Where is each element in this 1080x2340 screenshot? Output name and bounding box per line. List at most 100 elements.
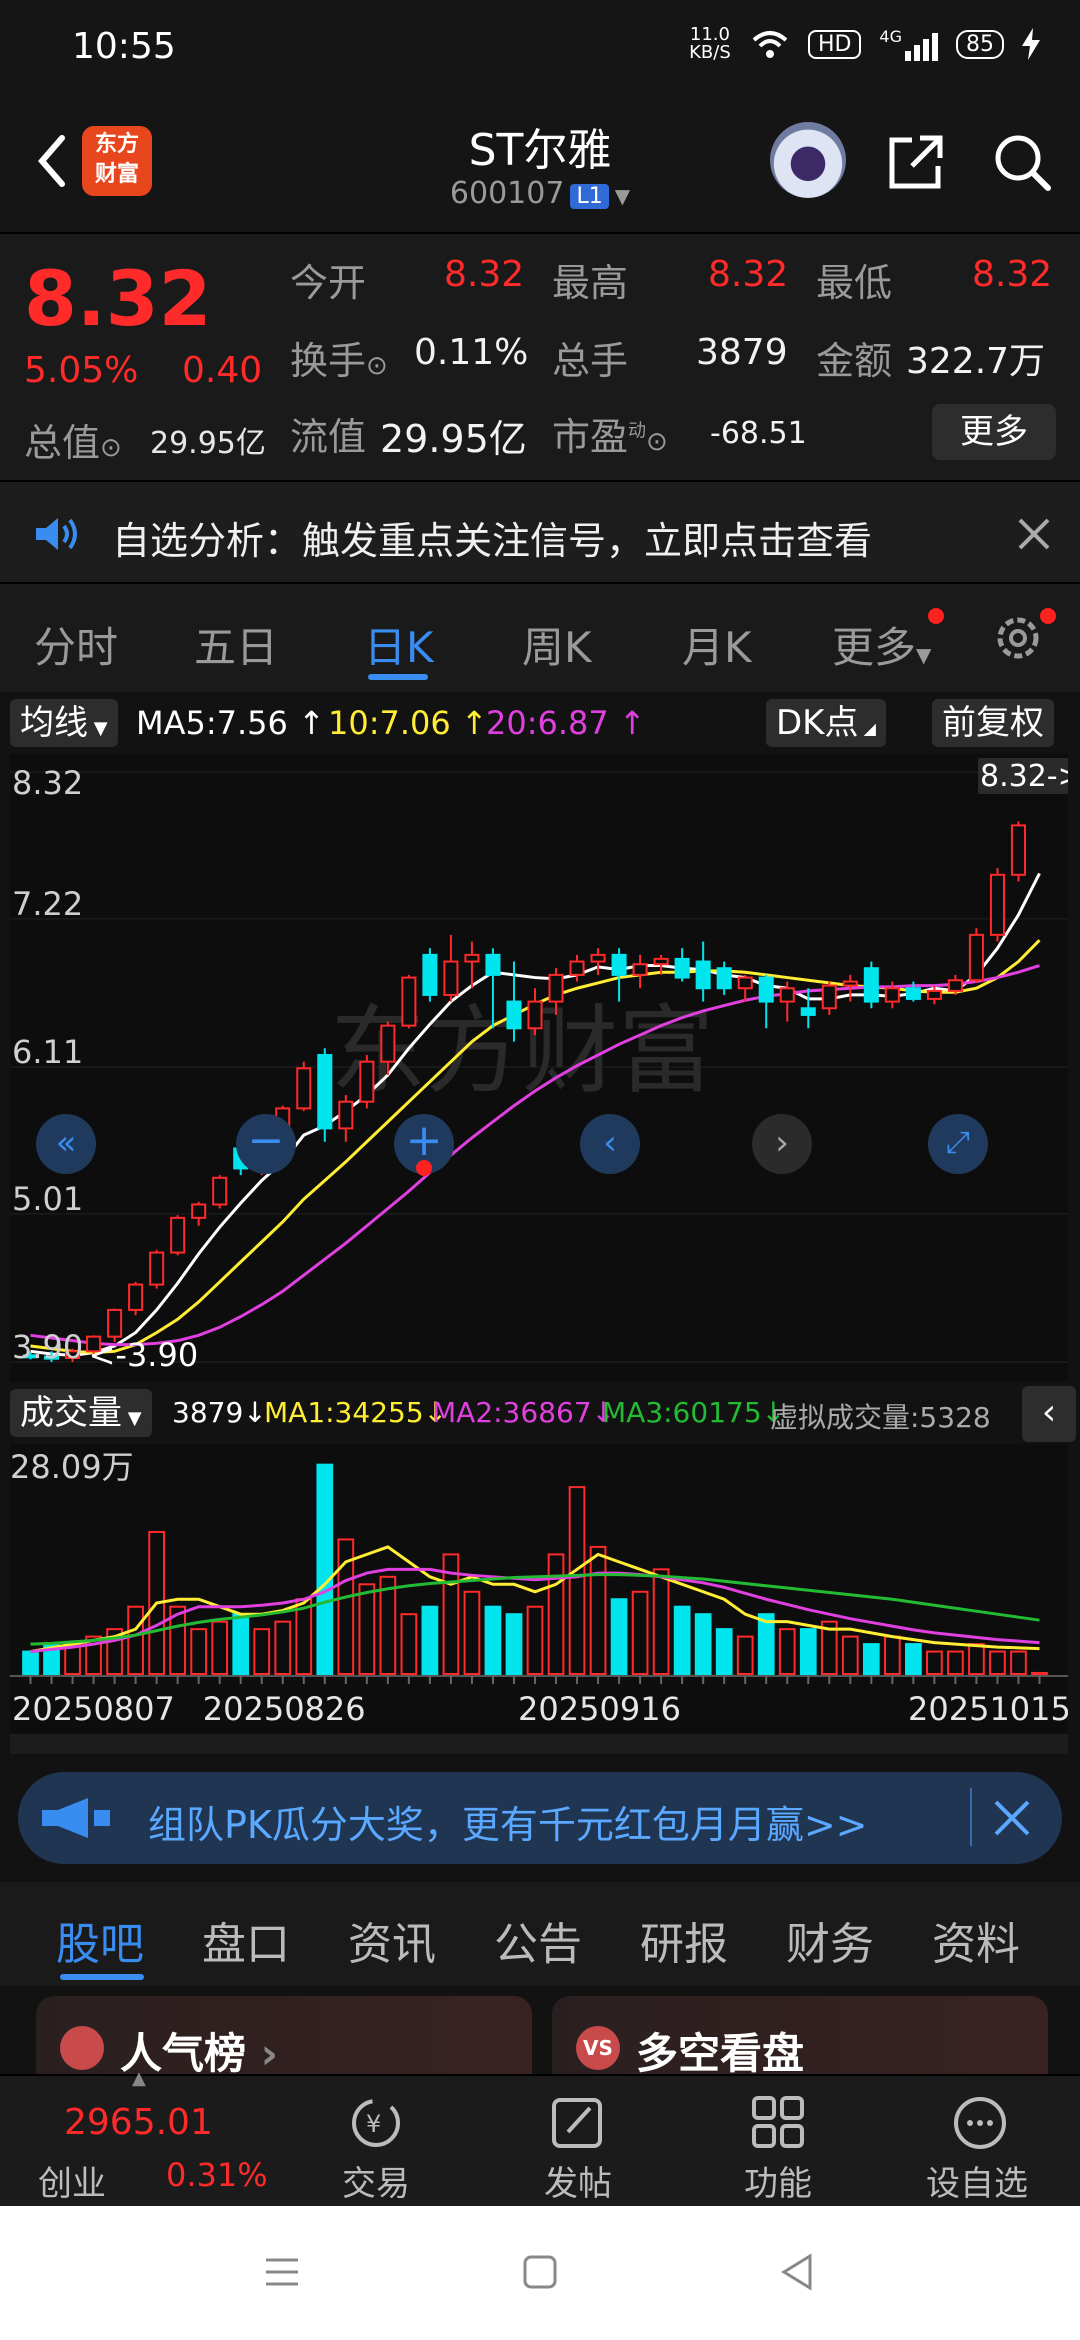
volume-bar: [968, 1643, 985, 1675]
market-cap-label[interactable]: 总值⊙: [24, 412, 122, 467]
y-tick-label: 8.32: [12, 764, 83, 802]
candle-up: [296, 1067, 312, 1110]
vol-ma2: MA2:36867↓: [432, 1396, 616, 1429]
tab-news[interactable]: 资讯: [348, 1908, 436, 1972]
hd-icon: HD: [807, 29, 862, 59]
last-price-tag: 8.32->: [980, 759, 1068, 794]
low-label: 最低: [816, 261, 893, 305]
open-value: 8.32: [444, 254, 525, 295]
dropdown-icon: ▼: [122, 1408, 142, 1429]
promo-banner[interactable]: 组队PK瓜分大奖，更有千元红包月月赢>>: [18, 1772, 1062, 1864]
market-cap-label-text: 总值: [24, 421, 101, 465]
search-icon[interactable]: [990, 130, 1054, 194]
quote-panel: 8.32 5.05% 0.40 总值⊙ 29.95亿 今开 8.32 最高 8.…: [0, 232, 1080, 480]
volume-selector[interactable]: 成交量 ▼: [10, 1389, 152, 1437]
notification-dot: [1040, 608, 1056, 624]
stock-header: 东方 财富 ST尔雅 600107 L1 ▼: [0, 96, 1080, 232]
menu-icon[interactable]: [262, 2252, 302, 2292]
fullscreen-icon[interactable]: ⤢: [928, 1114, 988, 1174]
index-value[interactable]: 2965.01: [64, 2102, 213, 2143]
volume-bar: [610, 1598, 628, 1675]
add-watchlist-icon[interactable]: [948, 2094, 1012, 2152]
dk-point-button[interactable]: DK点 ◢: [766, 699, 886, 747]
volume-label: 总手: [552, 339, 629, 383]
settings-gear-icon[interactable]: [990, 610, 1046, 666]
post-label[interactable]: 发帖: [544, 2156, 612, 2205]
candle-up: [464, 953, 480, 963]
assistant-robot-icon[interactable]: [770, 122, 846, 198]
high-label: 最高: [552, 261, 629, 305]
candle-up: [401, 976, 417, 1027]
turnover-label[interactable]: 换手⊙: [290, 330, 388, 385]
scroll-start-icon[interactable]: «: [36, 1114, 96, 1174]
tab-financials[interactable]: 财务: [786, 1908, 874, 1972]
alert-banner[interactable]: 自选分析：触发重点关注信号，立即点击查看: [0, 480, 1080, 584]
volume-bar: [652, 1568, 670, 1675]
close-icon[interactable]: [990, 1796, 1034, 1840]
ma5-text: MA5:7.56: [136, 704, 288, 742]
amount-label: 金额: [816, 339, 893, 383]
volume-bar: [400, 1613, 418, 1676]
tab-more[interactable]: 更多▼: [832, 614, 931, 675]
candle-up: [107, 1308, 123, 1338]
trade-label[interactable]: 交易: [342, 2156, 410, 2205]
info-icon: ⊙: [366, 351, 388, 381]
post-icon[interactable]: [546, 2094, 610, 2152]
candle-up: [968, 933, 984, 982]
more-button[interactable]: 更多: [932, 404, 1056, 460]
tab-profile[interactable]: 资料: [932, 1908, 1020, 1972]
collapse-icon[interactable]: ‹: [1022, 1386, 1076, 1442]
volume-bar: [274, 1620, 292, 1676]
trade-icon[interactable]: ¥: [344, 2094, 408, 2152]
volume-bar: [799, 1628, 817, 1675]
tab-monthly-k[interactable]: 月K: [682, 614, 752, 675]
index-name[interactable]: 创业: [38, 2156, 106, 2205]
tab-pankou[interactable]: 盘口: [202, 1908, 290, 1972]
volume-indicator-bar: 成交量 ▼ 3879↓ MA1:34255↓ MA2:36867↓ MA3:60…: [0, 1382, 1080, 1444]
function-grid-icon[interactable]: [746, 2094, 810, 2152]
volume-chart[interactable]: 28.09万 20250807 20250826 20250916 20251015: [10, 1444, 1071, 1754]
candle-up: [1010, 824, 1026, 876]
last-price: 8.32: [24, 254, 212, 343]
candle-up: [443, 960, 459, 996]
volume-max-label: 28.09万: [10, 1448, 134, 1486]
candle-down: [506, 1000, 522, 1030]
scroll-right-button[interactable]: ›: [752, 1114, 812, 1174]
add-watchlist-label[interactable]: 设自选: [926, 2156, 1028, 2205]
share-icon[interactable]: [884, 130, 948, 194]
scroll-left-button[interactable]: ‹: [580, 1114, 640, 1174]
close-icon[interactable]: [1012, 512, 1056, 556]
volume-bar: [211, 1620, 229, 1676]
tab-five-day[interactable]: 五日: [194, 614, 278, 675]
pe-label[interactable]: 市盈动⊙: [552, 406, 668, 461]
status-bar: 10:55 11.0 KB/S HD 4G 85: [0, 0, 1080, 96]
back-icon[interactable]: [778, 2252, 818, 2292]
candle-up: [212, 1176, 228, 1206]
tab-announcements[interactable]: 公告: [494, 1908, 582, 1972]
y-tick-label: 3.90: [12, 1328, 83, 1366]
volume-bar: [547, 1553, 565, 1675]
tab-guba[interactable]: 股吧: [56, 1908, 144, 1972]
adjust-button[interactable]: 前复权: [932, 699, 1054, 747]
volume-svg: 28.09万 20250807 20250826 20250916 20251015: [10, 1444, 1071, 1754]
turnover-value: 0.11%: [414, 332, 529, 373]
home-icon[interactable]: [520, 2252, 560, 2292]
volume-today: 3879↓: [172, 1396, 267, 1429]
tab-research[interactable]: 研报: [640, 1908, 728, 1972]
tab-weekly-k[interactable]: 周K: [522, 614, 592, 675]
ma-selector[interactable]: 均线 ▼: [10, 699, 118, 747]
pe-sup: 动: [628, 420, 647, 442]
status-time: 10:55: [72, 26, 176, 67]
zoom-out-button[interactable]: −: [236, 1114, 296, 1174]
volume-bar: [841, 1635, 859, 1675]
volume-bar: [232, 1613, 250, 1676]
candlestick-chart[interactable]: 东方财富 8.327.226.115.013.908.32-><-3.90 « …: [10, 754, 1068, 1382]
dropdown-icon: ▼: [614, 184, 631, 208]
change-amount: 0.40: [182, 350, 263, 391]
tab-daily-k[interactable]: 日K: [364, 614, 434, 675]
tab-intraday[interactable]: 分时: [34, 614, 118, 675]
function-label[interactable]: 功能: [744, 2156, 812, 2205]
volume-value: 3879: [696, 332, 788, 373]
candle-up: [926, 989, 942, 1000]
volume-bar: [778, 1628, 796, 1675]
